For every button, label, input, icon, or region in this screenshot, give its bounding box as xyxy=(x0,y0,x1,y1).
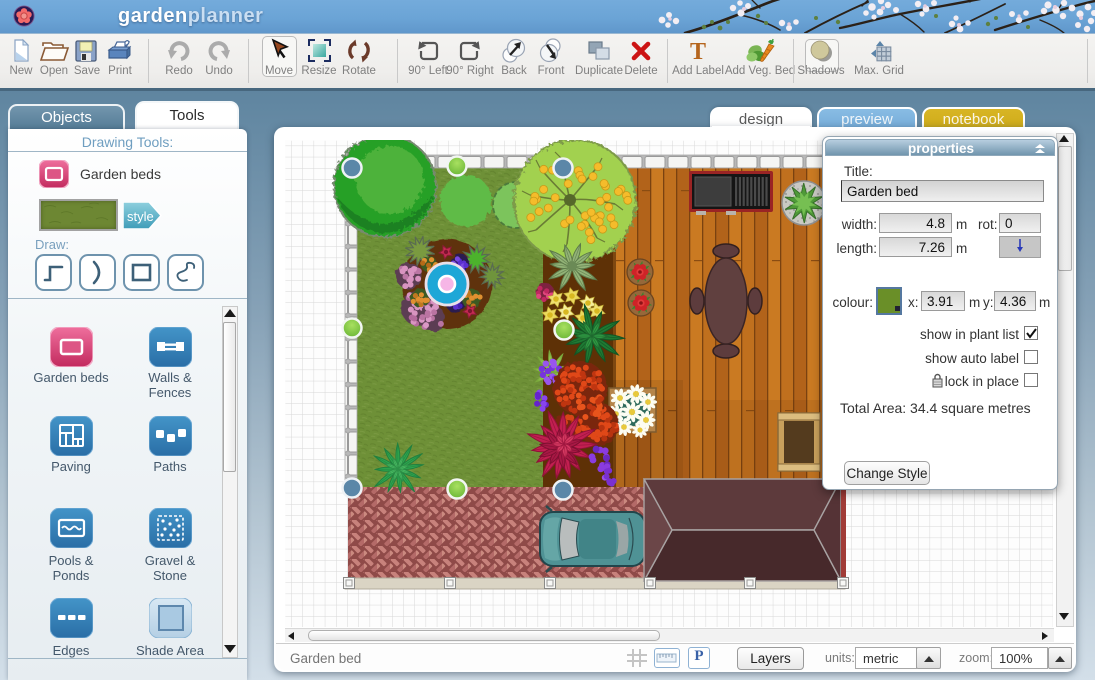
svg-text:style: style xyxy=(127,209,154,224)
svg-text:T: T xyxy=(690,39,706,64)
